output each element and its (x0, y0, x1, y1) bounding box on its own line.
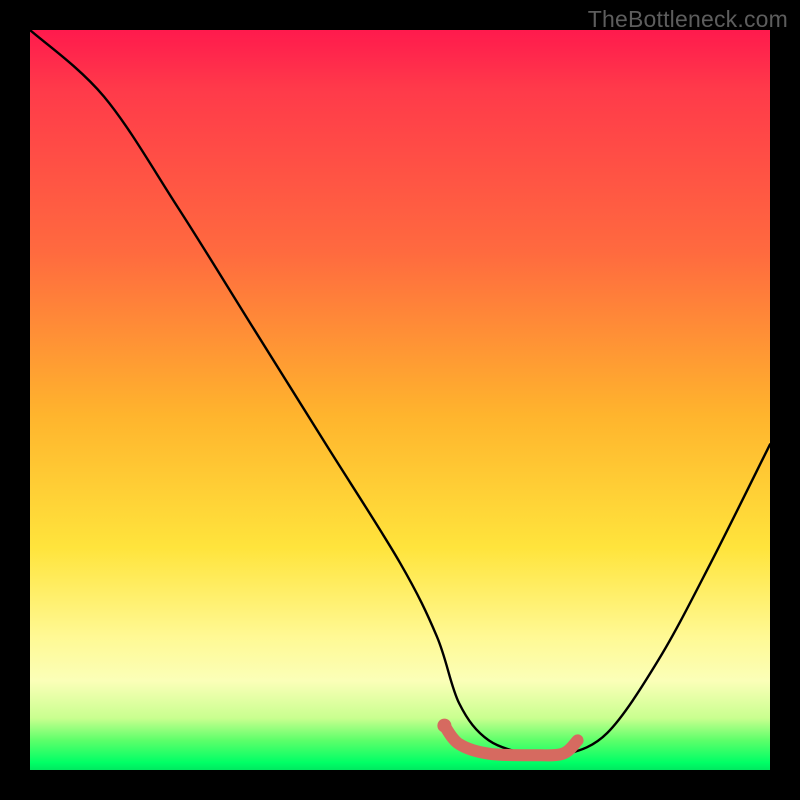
curve-svg (30, 30, 770, 770)
attribution-text: TheBottleneck.com (588, 6, 788, 33)
chart-frame: TheBottleneck.com (0, 0, 800, 800)
bottleneck-curve-path (30, 30, 770, 758)
optimal-start-dot (437, 719, 451, 733)
plot-area (30, 30, 770, 770)
optimal-band-path (444, 726, 577, 756)
